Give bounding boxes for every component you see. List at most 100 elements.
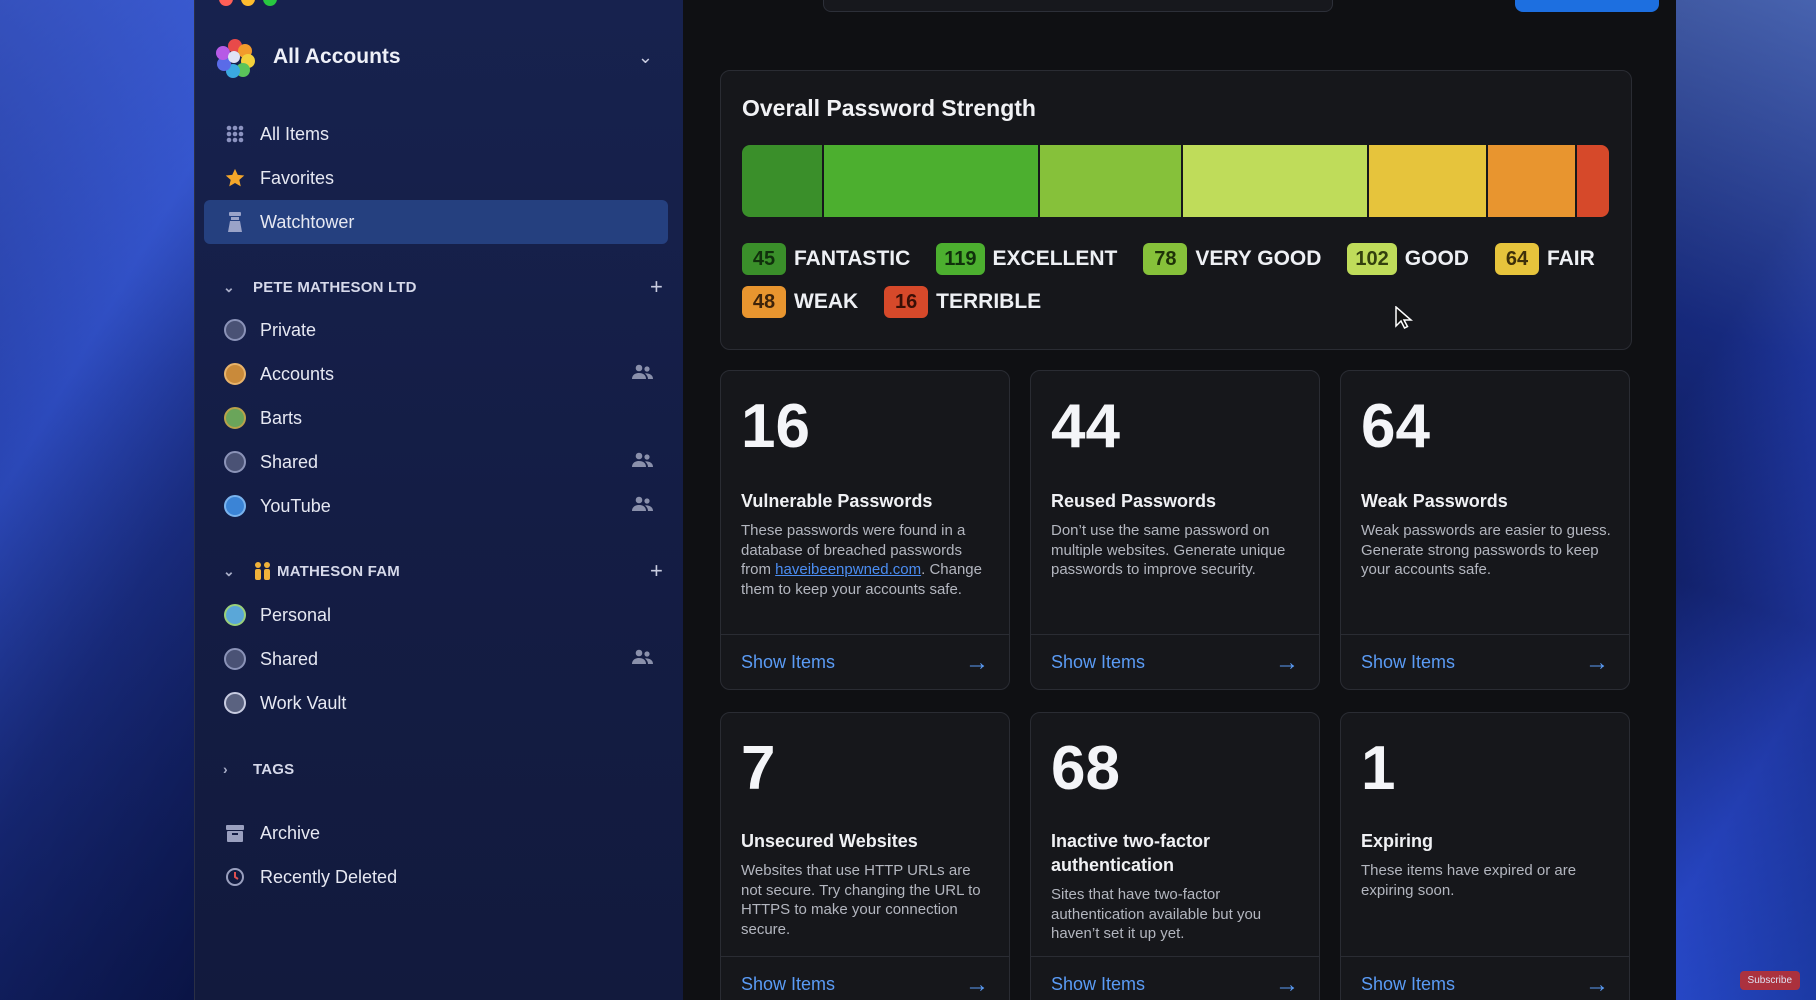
sidebar-item-accounts[interactable]: Accounts bbox=[204, 352, 668, 396]
vault-icon bbox=[224, 451, 246, 473]
section-title: MATHESON FAM bbox=[277, 562, 400, 580]
show-items-label: Show Items bbox=[1361, 974, 1456, 994]
count-badge: 102 bbox=[1347, 243, 1397, 275]
sidebar-item-barts[interactable]: Barts bbox=[204, 396, 668, 440]
sidebar-item-shared[interactable]: Shared bbox=[204, 440, 668, 484]
sidebar-item-private[interactable]: Private bbox=[204, 308, 668, 352]
sidebar-item-watchtower[interactable]: Watchtower bbox=[204, 200, 668, 244]
sidebar-item-label: Recently Deleted bbox=[260, 866, 398, 887]
legend-label: VERY GOOD bbox=[1195, 247, 1322, 270]
strength-segment-terrible bbox=[1577, 145, 1609, 217]
legend-label: FAIR bbox=[1546, 247, 1595, 270]
sidebar-item-all-items[interactable]: All Items bbox=[204, 112, 668, 156]
vault-avatar-icon bbox=[224, 363, 246, 385]
show-items-button[interactable]: Show Items → bbox=[1341, 956, 1629, 1000]
shared-people-icon bbox=[632, 364, 654, 385]
sidebar-item-label: Private bbox=[260, 319, 317, 340]
legend-weak[interactable]: 48 WEAK bbox=[742, 286, 858, 318]
show-items-button[interactable]: Show Items → bbox=[721, 634, 1009, 689]
legend-fantastic[interactable]: 45 FANTASTIC bbox=[742, 243, 910, 275]
shared-people-icon bbox=[632, 496, 654, 517]
sidebar: All Accounts ⌄ All Items Favorites Watch… bbox=[195, 0, 683, 1000]
count-badge: 64 bbox=[1494, 243, 1539, 275]
strength-title: Overall Password Strength bbox=[742, 95, 1036, 121]
add-vault-plus-icon[interactable]: + bbox=[650, 558, 663, 584]
strength-segment-good bbox=[1183, 145, 1369, 217]
section-title: TAGS bbox=[253, 760, 295, 778]
zoom-window-button[interactable] bbox=[263, 0, 277, 6]
stat-description: Don’t use the same password on multiple … bbox=[1051, 522, 1286, 578]
archive-icon bbox=[224, 822, 246, 844]
vulnerable-passwords-card: 16 Vulnerable Passwords These passwords … bbox=[720, 370, 1010, 690]
reused-passwords-card: 44 Reused Passwords Don’t use the same p… bbox=[1030, 370, 1320, 690]
sidebar-item-youtube[interactable]: YouTube bbox=[204, 484, 668, 528]
grid-icon bbox=[224, 123, 246, 145]
accounts-logo-icon bbox=[215, 37, 255, 78]
show-items-label: Show Items bbox=[1051, 974, 1146, 994]
legend-good[interactable]: 102 GOOD bbox=[1347, 243, 1469, 275]
stat-description: Sites that have two-factor authenticatio… bbox=[1051, 886, 1262, 942]
stat-description: These passwords were found in a database… bbox=[741, 521, 995, 599]
sidebar-item-label: YouTube bbox=[260, 495, 331, 516]
legend-excellent[interactable]: 119 EXCELLENT bbox=[936, 243, 1117, 275]
haveibeenpwned-link[interactable]: haveibeenpwned.com bbox=[775, 561, 921, 578]
sidebar-item-label: Work Vault bbox=[260, 692, 347, 713]
strength-legend-row: 45 FANTASTIC 119 EXCELLENT 78 VERY GOOD … bbox=[742, 243, 1611, 275]
show-items-button[interactable]: Show Items → bbox=[721, 956, 1009, 1000]
legend-label: FANTASTIC bbox=[794, 247, 911, 270]
legend-fair[interactable]: 64 FAIR bbox=[1494, 243, 1595, 275]
sidebar-item-archive[interactable]: Archive bbox=[204, 811, 668, 855]
stat-number: 1 bbox=[1361, 734, 1396, 803]
show-items-label: Show Items bbox=[741, 652, 836, 672]
stat-number: 68 bbox=[1051, 734, 1120, 803]
section-header-tags[interactable]: › TAGS bbox=[223, 754, 663, 784]
strength-segment-excellent bbox=[824, 145, 1040, 217]
unsecured-websites-card: 7 Unsecured Websites Websites that use H… bbox=[720, 712, 1010, 1000]
sidebar-item-personal[interactable]: Personal bbox=[204, 593, 668, 637]
new-item-button[interactable] bbox=[1515, 0, 1659, 12]
add-vault-plus-icon[interactable]: + bbox=[650, 274, 663, 300]
arrow-right-icon: → bbox=[1585, 970, 1609, 998]
minimize-window-button[interactable] bbox=[241, 0, 255, 6]
show-items-label: Show Items bbox=[1051, 652, 1146, 672]
stat-number: 44 bbox=[1051, 392, 1120, 461]
stat-description: Weak passwords are easier to guess. Gene… bbox=[1361, 522, 1611, 578]
vault-avatar-icon bbox=[224, 604, 246, 626]
close-window-button[interactable] bbox=[219, 0, 233, 6]
sidebar-item-label: Shared bbox=[260, 648, 319, 669]
show-items-button[interactable]: Show Items → bbox=[1031, 634, 1319, 689]
count-badge: 48 bbox=[742, 286, 786, 318]
watchtower-icon bbox=[224, 211, 246, 233]
sidebar-item-favorites[interactable]: Favorites bbox=[204, 156, 668, 200]
sidebar-item-shared-family[interactable]: Shared bbox=[204, 637, 668, 681]
sidebar-item-work-vault[interactable]: Work Vault bbox=[204, 681, 668, 725]
legend-terrible[interactable]: 16 TERRIBLE bbox=[884, 286, 1041, 318]
arrow-right-icon: → bbox=[965, 648, 989, 676]
account-switcher[interactable]: All Accounts ⌄ bbox=[215, 36, 659, 78]
stat-title: Reused Passwords bbox=[1051, 491, 1217, 511]
strength-segment-fantastic bbox=[742, 145, 824, 217]
count-badge: 78 bbox=[1143, 243, 1188, 275]
strength-segment-weak bbox=[1488, 145, 1577, 217]
show-items-button[interactable]: Show Items → bbox=[1031, 956, 1319, 1000]
main-content: Overall Password Strength 45 FANTASTIC 1… bbox=[683, 0, 1676, 1000]
trash-restore-icon bbox=[224, 866, 246, 888]
section-header-pete-matheson-ltd[interactable]: ⌄ PETE MATHESON LTD + bbox=[223, 272, 663, 302]
strength-bar bbox=[742, 145, 1609, 217]
strength-segment-fair bbox=[1369, 145, 1488, 217]
section-header-matheson-fam[interactable]: ⌄ MATHESON FAM + bbox=[223, 556, 663, 586]
arrow-right-icon: → bbox=[1585, 648, 1609, 676]
stat-title: Inactive two-factor authentication bbox=[1051, 831, 1211, 875]
strength-segment-very-good bbox=[1040, 145, 1183, 217]
sidebar-item-recently-deleted[interactable]: Recently Deleted bbox=[204, 855, 668, 899]
count-badge: 119 bbox=[936, 243, 985, 275]
stat-number: 64 bbox=[1361, 392, 1430, 461]
vault-avatar-icon bbox=[224, 407, 246, 429]
youtube-subscribe-overlay[interactable]: Subscribe bbox=[1739, 971, 1800, 990]
count-badge: 45 bbox=[742, 243, 786, 275]
sidebar-item-label: Archive bbox=[260, 822, 321, 843]
show-items-button[interactable]: Show Items → bbox=[1341, 634, 1629, 689]
password-strength-card: Overall Password Strength 45 FANTASTIC 1… bbox=[720, 70, 1632, 350]
search-input[interactable] bbox=[823, 0, 1333, 12]
legend-very-good[interactable]: 78 VERY GOOD bbox=[1143, 243, 1321, 275]
